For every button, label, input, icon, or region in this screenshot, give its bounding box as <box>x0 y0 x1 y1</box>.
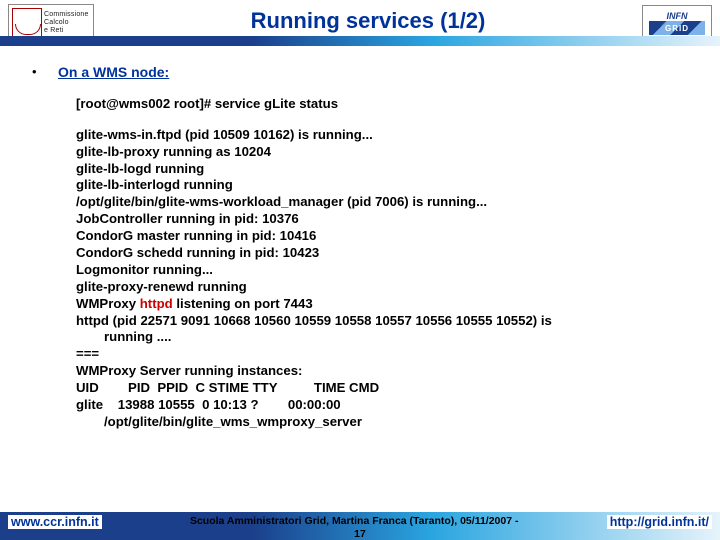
footer-center-text: Scuola Amministratori Grid, Martina Fran… <box>102 515 607 527</box>
logo-infn-grid: GRID <box>649 21 705 35</box>
logo-infn-text: INFN <box>667 11 688 21</box>
bullet-item: • On a WMS node: <box>32 64 688 82</box>
page-number: 17 <box>0 528 720 540</box>
status-line: === <box>76 346 688 363</box>
status-line: JobController running in pid: 10376 <box>76 211 688 228</box>
slide-header: Commissione Calcolo e Reti Running servi… <box>0 0 720 46</box>
status-line: glite-lb-proxy running as 10204 <box>76 144 688 161</box>
httpd-line: httpd (pid 22571 9091 10668 10560 10559 … <box>76 313 688 330</box>
slide-footer: www.ccr.infn.it Scuola Amministratori Gr… <box>0 512 720 540</box>
bullet-label: On a WMS node: <box>58 64 169 82</box>
logo-ccr: Commissione Calcolo e Reti <box>8 4 94 42</box>
terminal-command: [root@wms002 root]# service gLite status <box>76 96 688 113</box>
slide-title: Running services (1/2) <box>94 8 642 38</box>
status-line: glite-lb-interlogd running <box>76 177 688 194</box>
httpd-highlight: httpd <box>140 296 173 311</box>
status-line: CondorG master running in pid: 10416 <box>76 228 688 245</box>
status-line: Logmonitor running... <box>76 262 688 279</box>
logo-infn: INFN GRID <box>642 5 712 41</box>
status-line: /opt/glite/bin/glite-wms-workload_manage… <box>76 194 688 211</box>
status-line: glite-proxy-renewd running <box>76 279 688 296</box>
wmproxy-line: WMProxy httpd listening on port 7443 <box>76 296 688 313</box>
status-line-sub: /opt/glite/bin/glite_wms_wmproxy_server <box>76 414 688 431</box>
terminal-block: [root@wms002 root]# service gLite status… <box>32 96 688 431</box>
status-line: glite-wms-in.ftpd (pid 10509 10162) is r… <box>76 127 688 144</box>
slide-content: • On a WMS node: [root@wms002 root]# ser… <box>0 46 720 431</box>
ccr-arch-icon <box>12 8 42 38</box>
status-line: CondorG schedd running in pid: 10423 <box>76 245 688 262</box>
status-line: WMProxy Server running instances: <box>76 363 688 380</box>
status-line: glite 13988 10555 0 10:13 ? 00:00:00 <box>76 397 688 414</box>
footer-left-url: www.ccr.infn.it <box>8 515 102 529</box>
bullet-icon: • <box>32 64 44 81</box>
status-line: glite-lb-logd running <box>76 161 688 178</box>
footer-right-url: http://grid.infn.it/ <box>607 515 712 529</box>
httpd-sub: running .... <box>76 329 688 346</box>
logo-ccr-text: Commissione Calcolo e Reti <box>44 11 89 35</box>
status-line: UID PID PPID C STIME TTY TIME CMD <box>76 380 688 397</box>
